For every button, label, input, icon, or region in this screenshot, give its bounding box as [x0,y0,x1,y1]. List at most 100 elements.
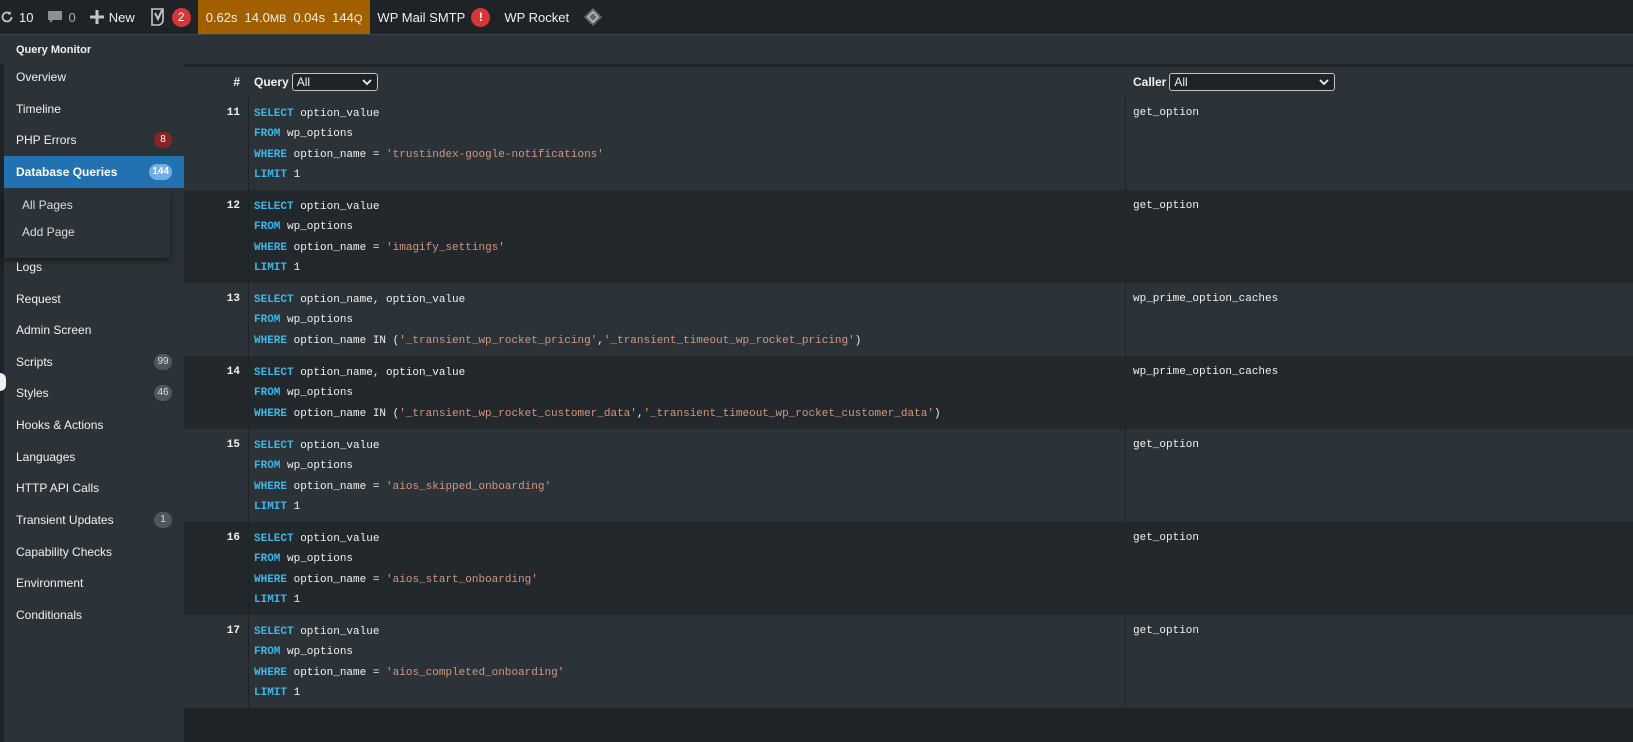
nav-item-overview[interactable]: Overview [4,61,184,93]
sql-string: '_transient_wp_rocket_customer_data' [399,407,637,420]
query-filter-select[interactable]: All [291,73,378,91]
sql-keyword: FROM [254,553,281,566]
nav-item-styles[interactable]: Styles 46 [4,377,184,409]
sql-text: wp_options [280,553,354,566]
flyout-all-pages[interactable]: All Pages [22,198,73,212]
sql-text: wp_options [280,221,354,234]
column-number: # [233,75,240,89]
nav-item-capability-checks[interactable]: Capability Checks [4,536,184,568]
qm-memory-value: 14.0 [244,9,270,25]
nav-item-php-errors[interactable]: PHP Errors 8 [4,124,184,156]
comments-menu[interactable]: 0 [40,0,82,34]
flyout-add-page[interactable]: Add Page [22,225,75,239]
nav-item-timeline[interactable]: Timeline [4,93,184,125]
sql-query: SELECT option_value FROM wp_options WHERE … [254,439,551,520]
sql-text: option_name = [287,241,387,254]
wp-mail-smtp-menu[interactable]: WP Mail SMTP ! [370,0,497,34]
sql-keyword: SELECT [254,108,294,120]
sql-text: wp_options [280,128,354,141]
sql-line: FROM wp_options [254,313,861,333]
nav-item-conditionals[interactable]: Conditionals [4,599,184,631]
new-content-menu[interactable]: New [83,0,142,34]
caller-function[interactable]: wp_prime_option_caches [1133,366,1278,378]
row-number: 17 [226,625,240,637]
sql-line: FROM wp_options [254,552,538,572]
sql-text: option_value [293,201,380,213]
qm-queries: 144Q [332,10,362,25]
nav-item-database-queries[interactable]: Database Queries 144 [4,156,192,188]
sql-string: 'aios_skipped_onboarding' [386,480,552,493]
sql-keyword: WHERE [254,148,288,161]
sql-keyword: LIMIT [254,686,288,699]
qm-time: 0.62s [205,9,238,25]
caller-function[interactable]: get_option [1133,625,1199,637]
sql-query: SELECT option_value FROM wp_options WHERE … [254,625,564,706]
caller-filter-value: All [1174,75,1188,89]
query-monitor-panel-title: Query Monitor [0,34,1633,64]
nav-item-transient-updates[interactable]: Transient Updates 1 [4,504,184,536]
updates-menu[interactable]: 10 [0,0,40,34]
column-divider [248,190,249,283]
sql-text: wp_options [280,314,354,327]
sql-keyword: FROM [254,221,281,234]
admin-menu-flyout: All Pages Add Page [4,192,170,258]
nav-item-scripts[interactable]: Scripts 99 [4,346,184,378]
caller-function[interactable]: get_option [1133,200,1199,212]
sql-text: option_name IN ( [287,334,400,347]
nav-item-request[interactable]: Request [4,283,184,315]
nav-label: Conditionals [16,608,83,622]
qm-db-time: 0.04s [293,9,326,25]
nav-label: Environment [16,576,84,590]
sql-keyword: LIMIT [254,593,288,606]
nav-label: Logs [16,260,43,274]
nav-item-hooks-actions[interactable]: Hooks & Actions [4,409,184,441]
sql-keyword: SELECT [254,626,294,638]
qm-memory-unit: MB [269,12,287,25]
column-divider [1125,522,1126,615]
smtp-alert-badge: ! [471,7,491,27]
sql-text: 1 [287,593,301,606]
nav-item-http-api-calls[interactable]: HTTP API Calls [4,472,184,504]
wp-mail-smtp-label: WP Mail SMTP [377,9,466,25]
caller-function[interactable]: get_option [1133,532,1199,544]
sql-query: SELECT option_name, option_value FROM wp_… [254,366,941,427]
row-number: 16 [226,532,240,544]
nav-item-admin-screen[interactable]: Admin Screen [4,314,184,346]
sql-string: 'aios_start_onboarding' [386,573,538,586]
sql-text: 1 [287,168,301,181]
sql-line: WHERE option_name = 'imagify_settings' [254,241,505,261]
updates-count: 10 [19,9,34,25]
caller-function[interactable]: get_option [1133,107,1199,119]
column-divider [1125,429,1126,522]
sql-keyword: LIMIT [254,261,288,274]
caller-function[interactable]: get_option [1133,439,1199,451]
yoast-menu[interactable]: 2 [142,0,198,34]
nav-label: Capability Checks [16,545,113,559]
sql-text: 1 [287,500,301,513]
nav-item-languages[interactable]: Languages [4,441,184,473]
database-queries-count: 144 [149,164,172,180]
wp-rocket-menu[interactable]: WP Rocket [497,0,576,34]
sql-text: option_value [293,108,380,120]
caller-filter-select[interactable]: All [1169,73,1336,91]
nav-item-environment[interactable]: Environment [4,567,184,599]
sql-line: LIMIT 1 [254,686,564,706]
table-row: 16 SELECT option_value FROM wp_options WHER… [184,522,1633,615]
sql-text: , [597,334,604,347]
new-label: New [108,9,135,25]
comment-icon [47,10,63,25]
sql-line: LIMIT 1 [254,168,604,188]
nav-label: Overview [16,70,67,84]
column-divider [1125,615,1126,708]
sql-keyword: SELECT [254,533,294,545]
sql-line: WHERE option_name = 'aios_skipped_onboar… [254,480,551,500]
chevron-down-icon [362,76,372,90]
sql-line: WHERE option_name = 'aios_start_onboardi… [254,573,538,593]
comments-count: 0 [68,9,76,25]
caller-function[interactable]: wp_prime_option_caches [1133,293,1278,305]
table-row: 15 SELECT option_value FROM wp_options WHER… [184,429,1633,522]
column-divider [248,615,249,708]
diamond-menu[interactable] [576,0,615,34]
query-monitor-menu[interactable]: 0.62s 14.0MB 0.04s 144Q [197,0,371,34]
yoast-icon [149,7,167,27]
